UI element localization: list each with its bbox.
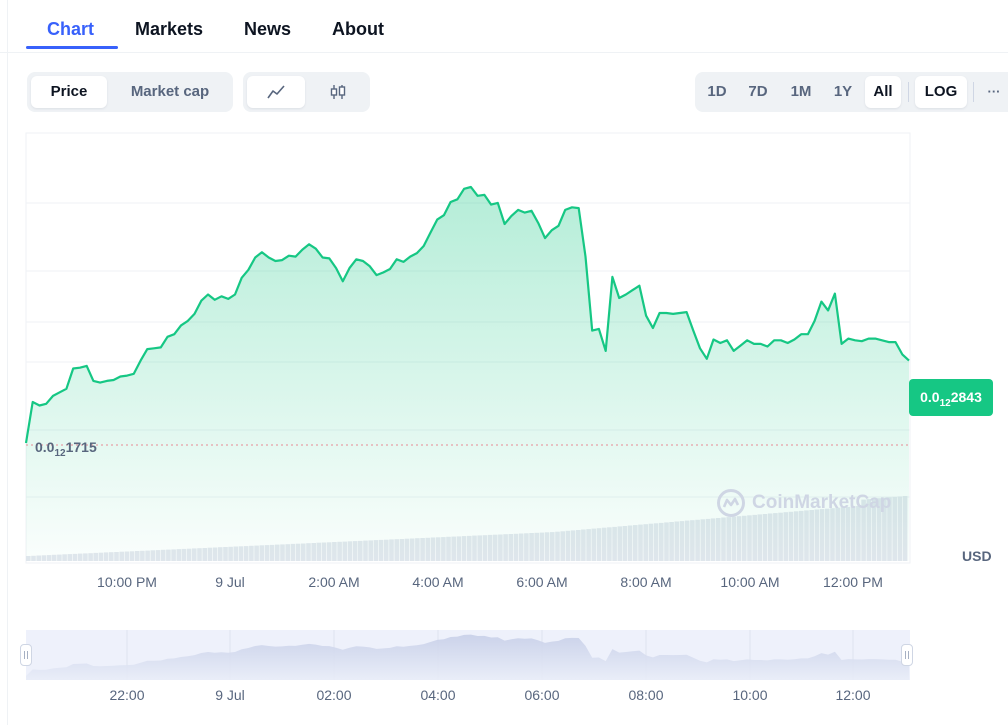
watermark: CoinMarketCap: [716, 488, 891, 518]
x-tick-label: 4:00 AM: [412, 574, 463, 590]
navigator-tick-label: 22:00: [109, 687, 144, 703]
currency-label: USD: [962, 548, 992, 564]
x-tick-label: 8:00 AM: [620, 574, 671, 590]
navigator-right-handle[interactable]: [901, 644, 913, 666]
x-tick-label: 10:00 AM: [720, 574, 779, 590]
x-tick-label: 12:00 PM: [823, 574, 883, 590]
navigator-left-handle[interactable]: [20, 644, 32, 666]
navigator-tick-label: 12:00: [835, 687, 870, 703]
x-tick-label: 6:00 AM: [516, 574, 567, 590]
x-tick-label: 10:00 PM: [97, 574, 157, 590]
current-price-badge: 0.0122843: [909, 379, 993, 416]
watermark-text: CoinMarketCap: [752, 492, 892, 513]
navigator-tick-label: 10:00: [732, 687, 767, 703]
x-axis-ticks: 10:00 PM 9 Jul 2:00 AM 4:00 AM 6:00 AM 8:00 A…: [97, 574, 883, 590]
navigator-tick-label: 9 Jul: [215, 687, 245, 703]
navigator-tick-label: 02:00: [316, 687, 351, 703]
navigator-tick-label: 06:00: [524, 687, 559, 703]
navigator-ticks: 22:00 9 Jul 02:00 04:00 06:00 08:00 10:00 12:00: [109, 687, 870, 703]
low-price-label: 0.0121715: [35, 439, 97, 459]
x-tick-label: 9 Jul: [215, 574, 245, 590]
navigator-tick-label: 04:00: [420, 687, 455, 703]
navigator-tick-label: 08:00: [628, 687, 663, 703]
coinmarketcap-logo-icon: [717, 489, 745, 517]
x-tick-label: 2:00 AM: [308, 574, 359, 590]
price-chart[interactable]: 10:00 PM 9 Jul 2:00 AM 4:00 AM 6:00 AM 8:00 A…: [0, 0, 1008, 725]
